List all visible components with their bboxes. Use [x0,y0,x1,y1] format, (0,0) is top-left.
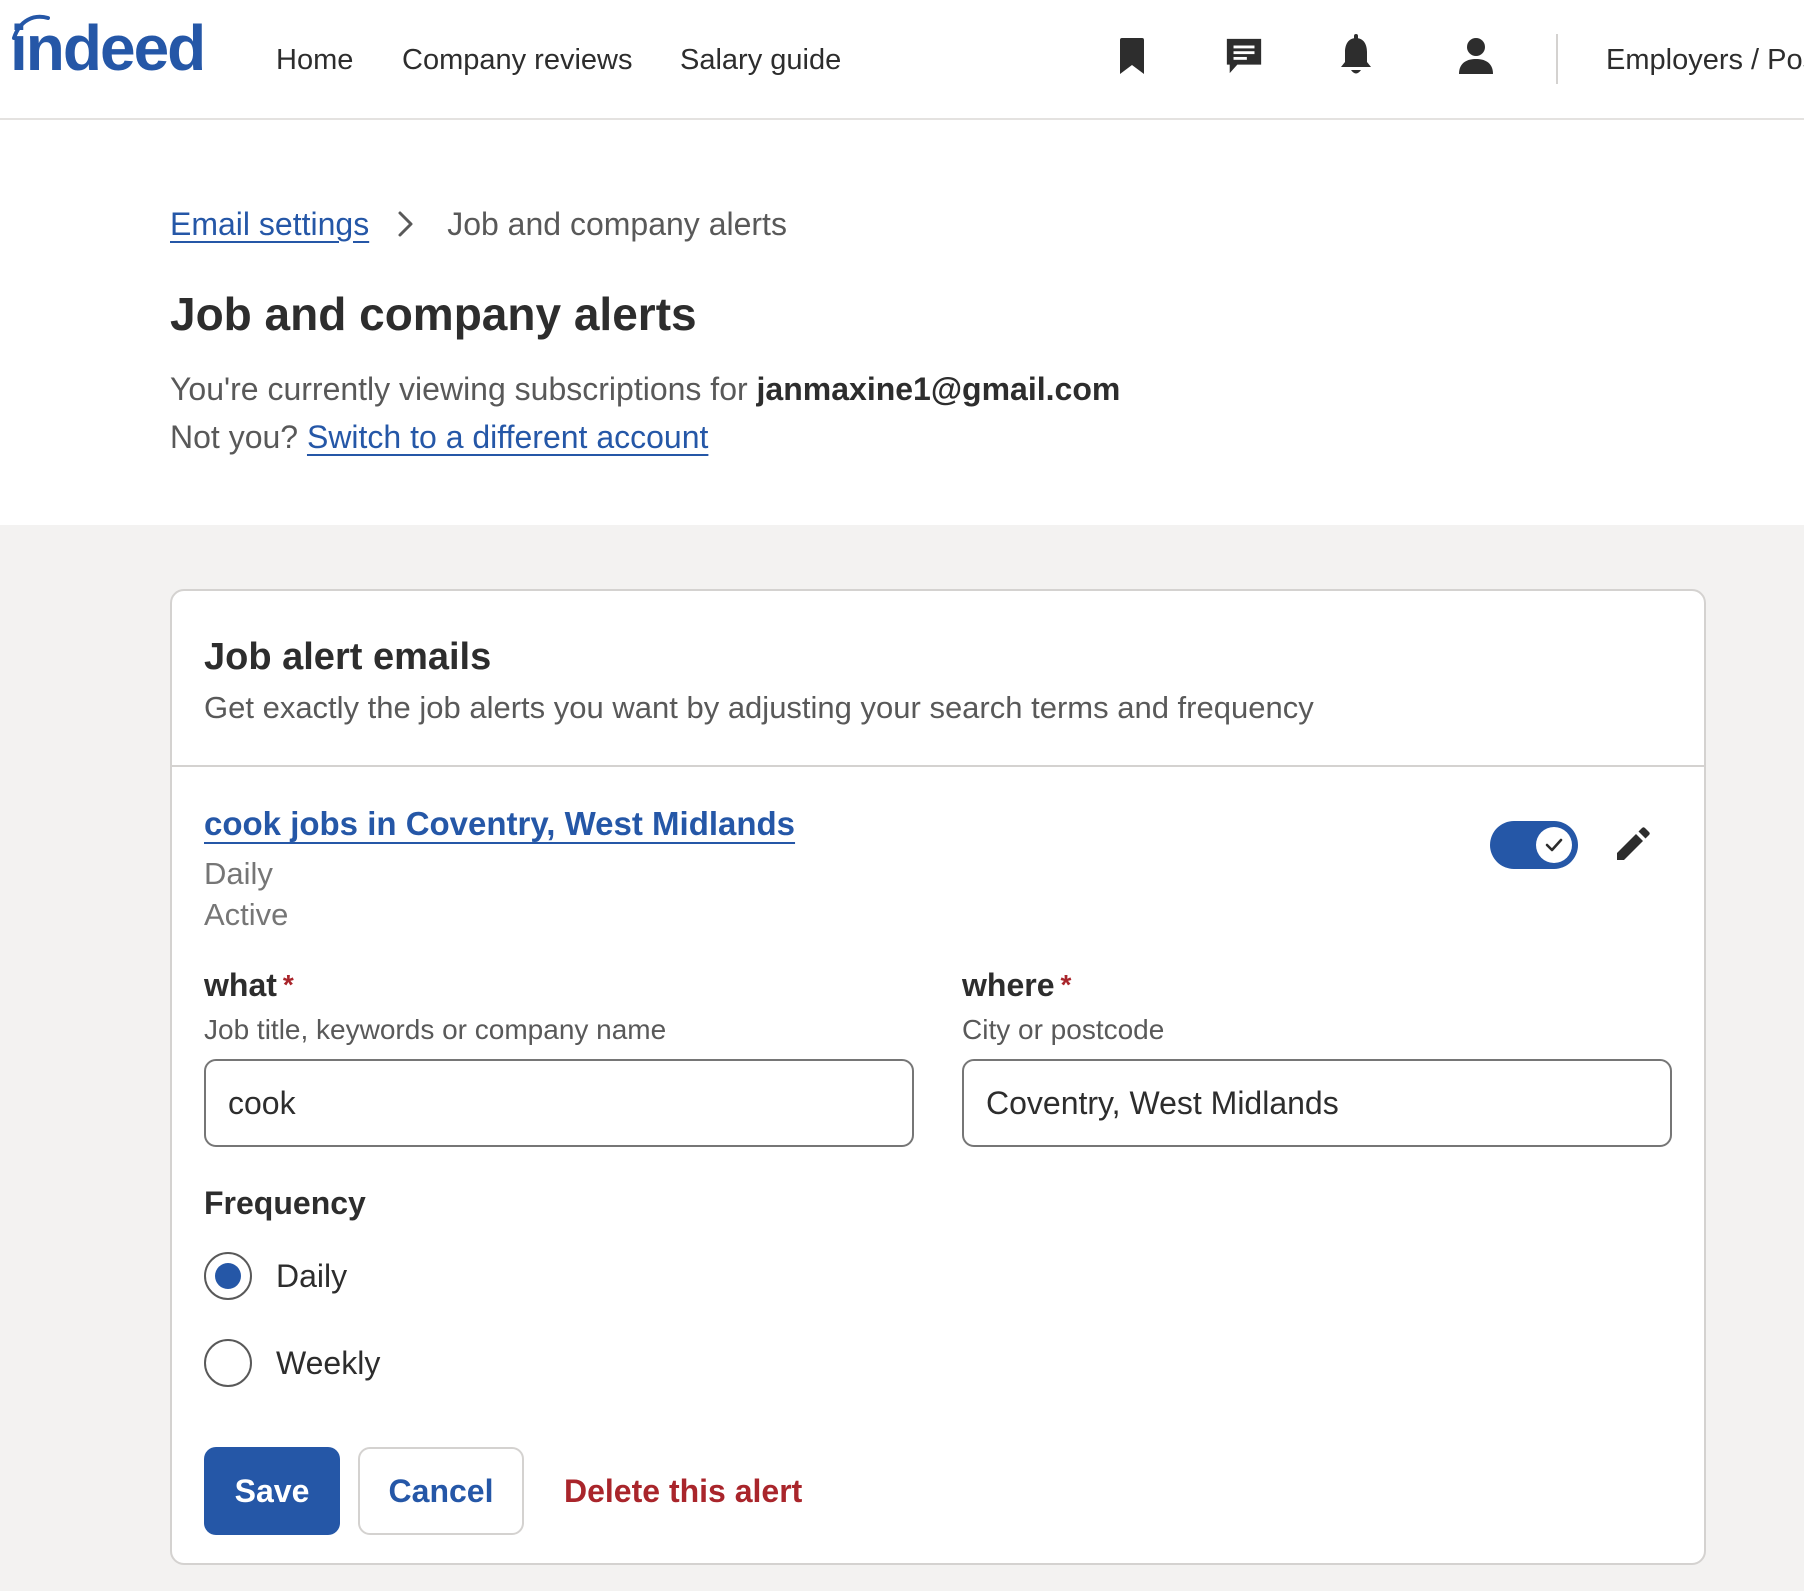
person-icon[interactable] [1456,34,1496,78]
required-asterisk: * [1060,969,1072,1000]
save-button[interactable]: Save [204,1447,340,1535]
viewing-subscriptions-text: You're currently viewing subscriptions f… [170,367,1120,411]
breadcrumb-current: Job and company alerts [447,206,787,242]
card-subtitle: Get exactly the job alerts you want by a… [204,690,1314,725]
top-header: indeed Home Company reviews Salary guide… [0,0,1804,120]
delete-alert-button[interactable]: Delete this alert [552,1447,814,1535]
breadcrumb-email-settings[interactable]: Email settings [170,202,369,246]
where-input[interactable] [962,1059,1672,1147]
employers-post-job-link[interactable]: Employers / Post Job [1606,40,1804,80]
cancel-button[interactable]: Cancel [358,1447,524,1535]
what-label: what * [204,963,294,1007]
nav-company-reviews[interactable]: Company reviews [402,40,632,80]
radio-selected-dot [215,1263,241,1289]
toggle-knob [1536,827,1572,863]
alert-active-toggle[interactable] [1490,821,1578,869]
nav-home[interactable]: Home [276,40,353,80]
not-you-text: Not you? Switch to a different account [170,415,708,459]
pencil-icon[interactable] [1608,821,1656,869]
breadcrumb: Email settings Job and company alerts [170,202,787,246]
card-header: Job alert emails Get exactly the job ale… [172,591,1704,767]
card-title: Job alert emails [204,636,492,678]
account-email: janmaxine1@gmail.com [756,371,1121,407]
alert-search-link[interactable]: cook jobs in Coventry, West Midlands [204,801,795,847]
frequency-option-weekly[interactable]: Weekly [204,1338,380,1388]
viewing-prefix: You're currently viewing subscriptions f… [170,371,757,407]
message-icon[interactable] [1224,34,1264,78]
what-input[interactable] [204,1059,914,1147]
checkmark-icon [1545,838,1563,852]
job-alert-card: Job alert emails Get exactly the job ale… [170,589,1706,1565]
radio-daily-label: Daily [276,1258,348,1294]
chevron-right-icon [391,209,421,239]
header-divider [1556,34,1558,84]
alert-status: Active [204,897,289,932]
what-help-text: Job title, keywords or company name [204,1014,667,1045]
what-label-text: what [204,967,277,1003]
indeed-logo[interactable]: indeed [10,6,206,90]
where-label-text: where [962,967,1055,1003]
switch-account-link[interactable]: Switch to a different account [307,419,708,455]
where-help-text: City or postcode [962,1014,1165,1045]
not-you-label: Not you? [170,419,307,455]
radio-weekly-label: Weekly [276,1345,381,1381]
frequency-option-daily[interactable]: Daily [204,1251,347,1301]
required-asterisk: * [282,969,294,1000]
bookmark-icon[interactable] [1112,34,1152,78]
page-title: Job and company alerts [170,288,697,340]
where-label: where * [962,963,1071,1007]
bell-icon[interactable] [1336,34,1376,78]
frequency-label: Frequency [204,1185,366,1221]
nav-salary-guide[interactable]: Salary guide [680,40,841,80]
alert-frequency: Daily [204,856,273,891]
alerts-section: Job alert emails Get exactly the job ale… [0,525,1804,1591]
radio-weekly[interactable] [204,1339,252,1387]
radio-daily[interactable] [204,1252,252,1300]
intro-section: Email settings Job and company alerts Jo… [0,122,1804,525]
